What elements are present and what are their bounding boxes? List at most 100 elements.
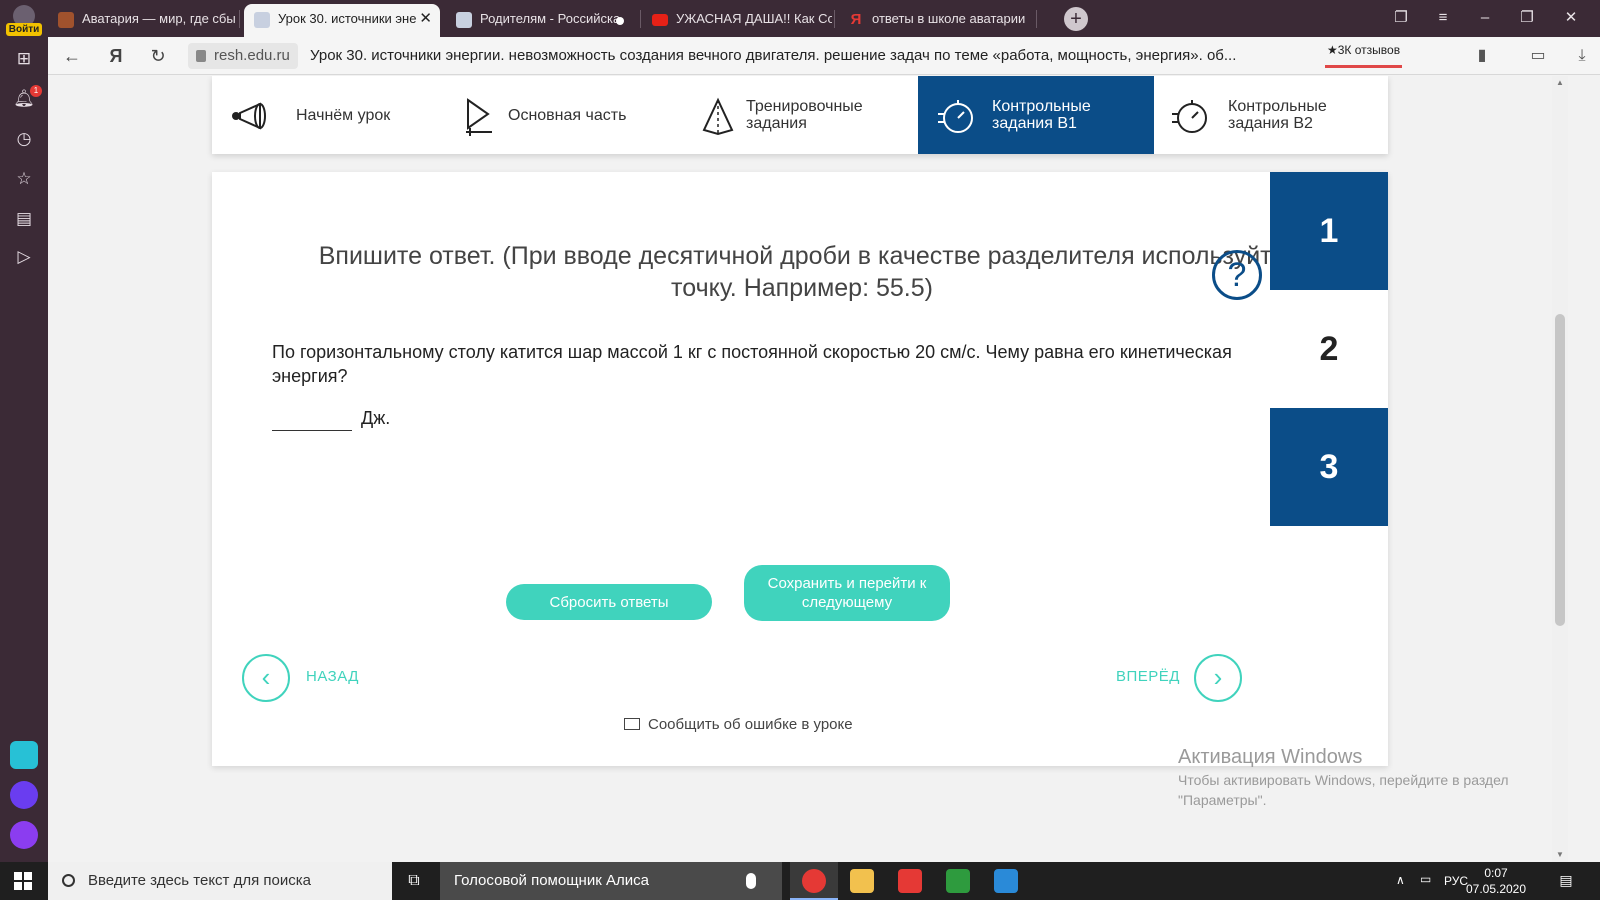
activation-title: Активация Windows	[1178, 746, 1363, 768]
lesson-tab-control-b2[interactable]: Контрольные задания В2	[1154, 76, 1390, 154]
address-bar-row: ← Я ↻ resh.edu.ru Урок 30. источники эне…	[48, 37, 1600, 75]
lesson-tab-label: Контрольные задания В2	[1228, 98, 1327, 132]
lock-icon	[196, 50, 206, 62]
close-window-icon[interactable]: ✕	[1556, 6, 1586, 30]
collections-icon[interactable]: ▤	[12, 207, 36, 231]
collections-icon[interactable]: ▭	[1528, 46, 1548, 66]
help-button[interactable]: ?	[1212, 250, 1262, 300]
menu-icon[interactable]: ≡	[1428, 6, 1458, 30]
action-center-icon[interactable]: ▤	[1556, 872, 1576, 890]
tab-avataria[interactable]: Аватария — мир, где сбы	[48, 4, 238, 37]
tray-chevron-icon[interactable]: ∧	[1396, 873, 1405, 887]
music-app-icon[interactable]	[10, 781, 38, 809]
favorites-star-icon[interactable]: ☆	[12, 167, 36, 191]
windows-start-icon[interactable]	[14, 872, 32, 890]
stopwatch-icon	[1172, 100, 1207, 133]
clock-time: 0:07	[1484, 866, 1508, 880]
scrollbar-thumb[interactable]	[1555, 314, 1565, 626]
profile-button[interactable]: Войти	[0, 0, 48, 37]
taskbar-photos[interactable]	[982, 862, 1030, 900]
reviews-button[interactable]: ★3К отзывов	[1325, 42, 1403, 68]
taskbar-clock[interactable]: 0:07 07.05.2020	[1464, 865, 1528, 897]
folder-icon	[850, 869, 874, 893]
task-question: По горизонтальному столу катится шар мас…	[272, 342, 1232, 386]
spade-icon	[946, 869, 970, 893]
lesson-tab-start[interactable]: Начнём урок	[212, 76, 448, 154]
minimize-icon[interactable]: –	[1470, 6, 1500, 30]
alice-assistant-bar[interactable]: Голосовой помощник Алиса	[440, 862, 782, 900]
tab-divider	[640, 10, 641, 28]
browser-tab-bar: Войти Аватария — мир, где сбы Урок 30. и…	[0, 0, 1600, 37]
tab-yandex-answers[interactable]: Я ответы в школе аватарии	[838, 4, 1034, 37]
task-number-3[interactable]: 3	[1270, 408, 1388, 526]
reload-icon[interactable]: ↻	[146, 44, 170, 68]
yandex-browser-icon	[802, 869, 826, 893]
scroll-down-arrow-icon[interactable]: ▼	[1552, 848, 1568, 862]
tab-title: УЖАСНАЯ ДАША!! Как Со	[676, 11, 832, 26]
download-icon[interactable]: ⤓	[1572, 46, 1592, 66]
taskbar-yandex-browser[interactable]	[790, 862, 838, 900]
network-icon[interactable]: ▭	[1420, 872, 1431, 886]
answer-unit: Дж.	[361, 408, 391, 428]
alice-app-icon[interactable]	[10, 821, 38, 849]
tabs-manager-icon[interactable]: ❐	[1386, 6, 1416, 30]
report-error-link[interactable]: Сообщить об ошибке в уроке	[624, 716, 853, 733]
reset-answers-button[interactable]: Сбросить ответы	[506, 584, 712, 620]
back-arrow-icon[interactable]: ←	[60, 44, 84, 68]
windows-activation-watermark: Активация Windows Чтобы активировать Win…	[1178, 744, 1552, 810]
taskbar-search-placeholder: Введите здесь текст для поиска	[88, 872, 311, 889]
play-icon	[466, 98, 492, 136]
new-tab-button[interactable]: +	[1064, 7, 1088, 31]
page-scrollbar[interactable]: ▲ ▼	[1552, 76, 1568, 862]
bookmark-icon[interactable]: ▮	[1472, 46, 1492, 66]
lesson-tab-main[interactable]: Основная часть	[448, 76, 684, 154]
forward-chevron-icon[interactable]: ›	[1194, 654, 1242, 702]
taskbar-yandex[interactable]	[886, 862, 934, 900]
resh-favicon-icon	[456, 12, 472, 28]
answer-row: Дж.	[272, 404, 390, 432]
tab-playing-dot	[616, 17, 624, 25]
microphone-icon[interactable]	[746, 873, 756, 889]
yandex-icon	[898, 869, 922, 893]
task-number-1[interactable]: 1	[1270, 172, 1388, 290]
taskbar-explorer[interactable]	[838, 862, 886, 900]
page-viewport: Начнём урок Основная часть Тренировочные…	[48, 76, 1552, 862]
report-error-label: Сообщить об ошибке в уроке	[648, 716, 853, 733]
tab-youtube[interactable]: УЖАСНАЯ ДАША!! Как Со	[642, 4, 832, 37]
back-chevron-icon[interactable]: ‹	[242, 654, 290, 702]
video-icon[interactable]: ▷	[12, 245, 36, 269]
task-number-2[interactable]: 2	[1270, 290, 1388, 408]
alice-label: Голосовой помощник Алиса	[454, 872, 649, 889]
close-tab-icon[interactable]: ✕	[419, 4, 432, 33]
lesson-tab-label: Контрольные задания В1	[992, 98, 1091, 132]
taskbar-search-input[interactable]: Введите здесь текст для поиска	[48, 862, 392, 900]
clock-date: 07.05.2020	[1465, 882, 1527, 896]
tab-lesson[interactable]: Урок 30. источники эне ✕	[244, 4, 440, 37]
tab-divider	[239, 10, 240, 28]
stopwatch-icon	[938, 100, 973, 133]
lesson-tab-control-b1[interactable]: Контрольные задания В1	[918, 76, 1154, 154]
tab-parents[interactable]: Родителям - Российска	[446, 4, 638, 37]
restore-icon[interactable]: ❐	[1512, 6, 1542, 30]
task-view-icon[interactable]: ⧉	[404, 871, 424, 891]
back-link[interactable]: НАЗАД	[306, 668, 359, 685]
tab-title: Аватария — мир, где сбы	[82, 11, 236, 26]
search-icon	[62, 874, 75, 887]
activation-subtitle: Чтобы активировать Windows, перейдите в …	[1178, 772, 1509, 808]
taskbar-solitaire[interactable]	[934, 862, 982, 900]
apps-grid-icon[interactable]: ⊞	[12, 47, 36, 71]
lesson-tab-training[interactable]: Тренировочные задания	[684, 76, 920, 154]
history-icon[interactable]: ◷	[12, 127, 36, 151]
answer-input[interactable]	[272, 407, 352, 432]
tab-divider	[1036, 10, 1037, 28]
lesson-navigation: Начнём урок Основная часть Тренировочные…	[212, 76, 1388, 154]
lesson-tab-label: Начнём урок	[296, 106, 391, 124]
url-host[interactable]: resh.edu.ru	[188, 43, 298, 69]
pyramid-icon	[702, 97, 734, 136]
forward-link[interactable]: ВПЕРЁД	[1116, 668, 1180, 685]
address-input[interactable]: Урок 30. источники энергии. невозможност…	[310, 43, 1350, 69]
yandex-home-icon[interactable]: Я	[104, 44, 128, 68]
scroll-up-arrow-icon[interactable]: ▲	[1552, 76, 1568, 90]
save-and-next-button[interactable]: Сохранить и перейти к следующему	[744, 565, 950, 621]
messenger-app-icon[interactable]	[10, 741, 38, 769]
